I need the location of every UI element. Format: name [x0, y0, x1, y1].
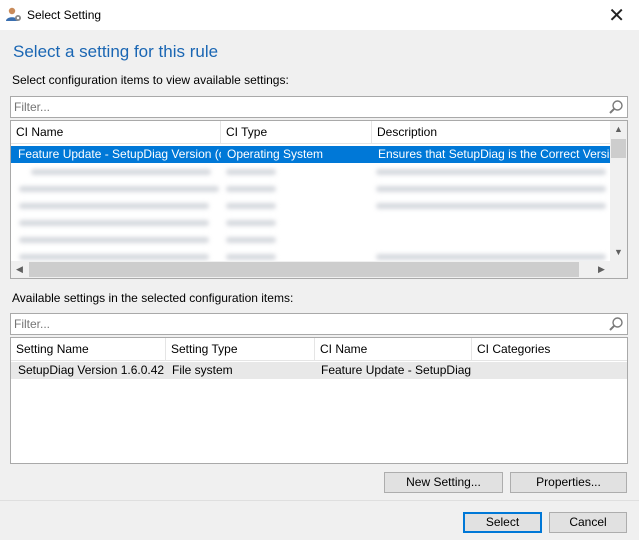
ci-section-label: Select configuration items to view avail… — [12, 73, 289, 87]
scroll-up-icon[interactable]: ▲ — [610, 121, 627, 138]
ci-filter-box[interactable] — [10, 96, 628, 118]
redacted-row[interactable] — [11, 231, 611, 248]
setting-type-cell: File system — [172, 363, 233, 377]
settings-section-label: Available settings in the selected confi… — [12, 291, 294, 305]
settings-list[interactable]: Setting Name Setting Type CI Name CI Cat… — [10, 337, 628, 464]
properties-button[interactable]: Properties... — [510, 472, 627, 493]
close-icon[interactable]: ✕ — [608, 3, 625, 28]
ci-type-cell: Operating System — [227, 147, 324, 161]
ci-filter-input[interactable] — [14, 99, 604, 115]
ci-list[interactable]: CI Name CI Type Description Feature Upda… — [10, 120, 628, 279]
column-header-ci-name[interactable]: CI Name — [315, 338, 472, 361]
scrollbar-corner — [610, 261, 627, 278]
column-header-setting-type[interactable]: Setting Type — [166, 338, 315, 361]
search-icon[interactable] — [608, 316, 624, 332]
scroll-down-icon[interactable]: ▼ — [610, 244, 627, 261]
redacted-row[interactable] — [11, 214, 611, 231]
redacted-row[interactable] — [11, 163, 611, 180]
user-settings-icon — [6, 7, 21, 21]
column-header-ci-type[interactable]: CI Type — [221, 121, 372, 144]
ci-row-selected[interactable]: Feature Update - SetupDiag Version (cur.… — [11, 146, 611, 163]
column-header-description[interactable]: Description — [372, 121, 611, 144]
ci-list-horizontal-scrollbar[interactable]: ◀ ▶ — [11, 261, 610, 278]
setting-name-cell: SetupDiag Version 1.6.0.42 ... — [18, 363, 166, 377]
column-header-setting-name[interactable]: Setting Name — [11, 338, 166, 361]
select-button[interactable]: Select — [463, 512, 542, 533]
ci-list-header: CI Name CI Type Description — [11, 121, 611, 144]
ci-list-vertical-scrollbar[interactable]: ▲ ▼ — [610, 121, 627, 261]
scroll-left-icon[interactable]: ◀ — [11, 261, 28, 278]
dialog-body: Select a setting for this rule Select co… — [0, 30, 639, 500]
title-bar: Select Setting ✕ — [0, 0, 639, 30]
window-title: Select Setting — [27, 8, 102, 22]
ci-categories-cell — [473, 362, 627, 379]
dialog-footer: Select Cancel — [0, 500, 639, 540]
column-header-ci-name[interactable]: CI Name — [11, 121, 221, 144]
ci-description-cell: Ensures that SetupDiag is the Correct Ve… — [378, 147, 611, 161]
new-setting-button[interactable]: New Setting... — [384, 472, 503, 493]
table-row[interactable]: SetupDiag Version 1.6.0.42 ... File syst… — [11, 362, 627, 379]
scrollbar-thumb[interactable] — [29, 262, 579, 277]
scroll-right-icon[interactable]: ▶ — [593, 261, 610, 278]
search-icon[interactable] — [608, 99, 624, 115]
cancel-button[interactable]: Cancel — [549, 512, 627, 533]
column-header-ci-categories[interactable]: CI Categories — [472, 338, 627, 361]
ci-name-cell: Feature Update - SetupDiag Version (cur.… — [18, 147, 221, 161]
redacted-row[interactable] — [11, 180, 611, 197]
ci-name-cell: Feature Update - SetupDiag... — [321, 363, 472, 377]
scrollbar-thumb[interactable] — [611, 139, 626, 158]
settings-filter-input[interactable] — [14, 316, 604, 332]
settings-filter-box[interactable] — [10, 313, 628, 335]
settings-list-header: Setting Name Setting Type CI Name CI Cat… — [11, 338, 627, 361]
redacted-row[interactable] — [11, 197, 611, 214]
page-title: Select a setting for this rule — [13, 42, 219, 61]
